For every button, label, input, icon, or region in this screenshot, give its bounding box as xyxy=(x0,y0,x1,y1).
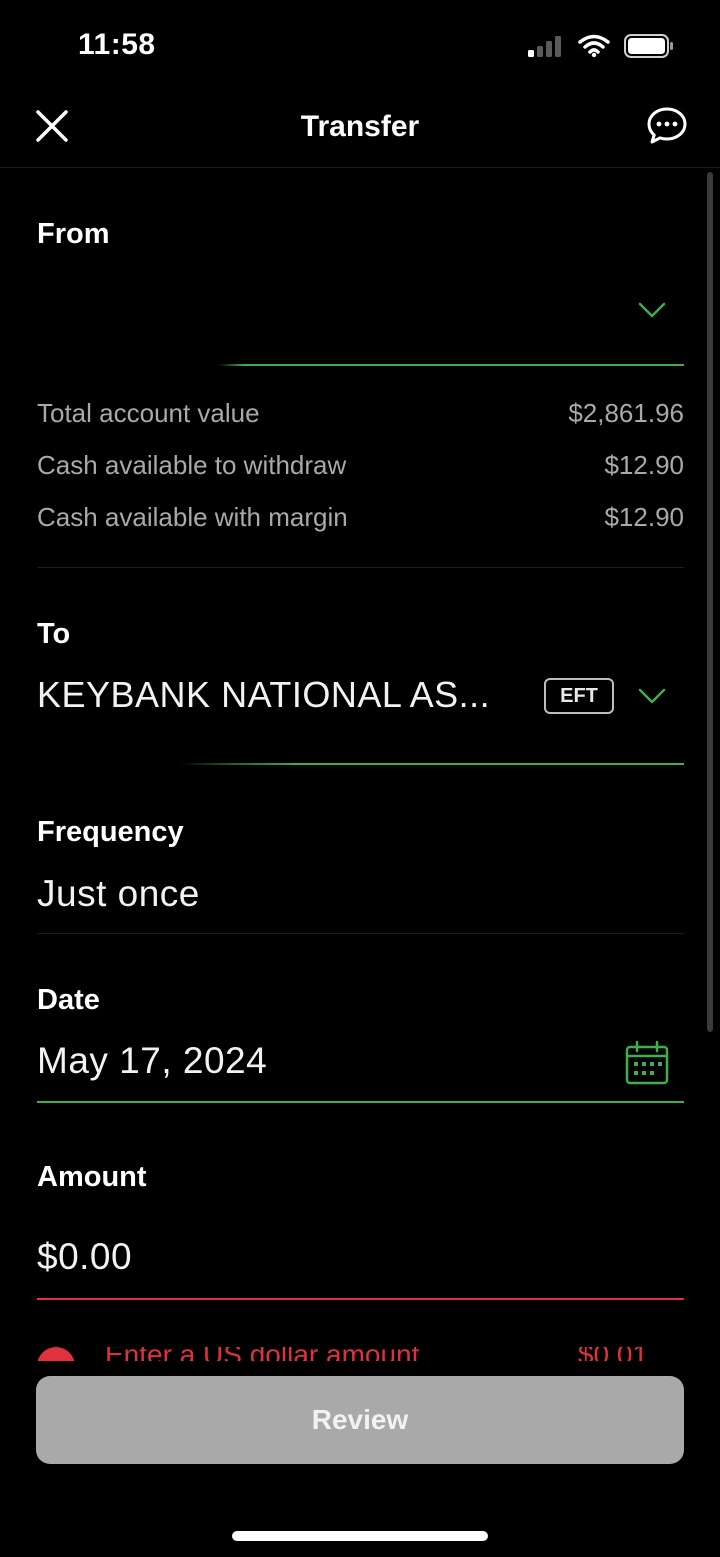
navigation-bar: Transfer xyxy=(0,90,720,168)
calendar-icon[interactable] xyxy=(624,1040,670,1086)
eft-badge: EFT xyxy=(544,678,614,714)
from-divider xyxy=(37,567,684,568)
info-row-label: Total account value xyxy=(37,398,260,428)
to-account-select[interactable]: KEYBANK NATIONAL AS... xyxy=(37,674,490,716)
info-row-label: Cash available with margin xyxy=(37,502,348,532)
review-button[interactable]: Review xyxy=(36,1376,684,1464)
date-field[interactable]: May 17, 2024 xyxy=(37,1040,267,1082)
date-label: Date xyxy=(37,984,100,1016)
home-indicator[interactable] xyxy=(232,1531,488,1541)
page-title: Transfer xyxy=(300,110,420,143)
info-row-label: Cash available to withdraw xyxy=(37,450,347,480)
to-chevron-down-icon[interactable] xyxy=(637,686,667,706)
amount-input[interactable]: $0.00 xyxy=(37,1236,132,1278)
from-chevron-down-icon[interactable] xyxy=(637,300,667,320)
scrollbar[interactable] xyxy=(707,172,713,1032)
chat-icon[interactable] xyxy=(646,106,688,146)
amount-underline xyxy=(37,1298,684,1300)
cash-available-margin-row: Cash available with margin $12.90 xyxy=(37,502,684,536)
from-account-select[interactable] xyxy=(37,278,577,326)
battery-icon xyxy=(624,34,673,58)
to-underline xyxy=(37,763,684,765)
total-account-value-row: Total account value $2,861.96 xyxy=(37,398,684,432)
error-icon xyxy=(37,1347,75,1361)
amount-label: Amount xyxy=(37,1161,147,1193)
frequency-select[interactable]: Just once xyxy=(37,873,200,915)
wifi-icon xyxy=(578,34,610,58)
status-time: 11:58 xyxy=(78,28,156,61)
cash-available-withdraw-row: Cash available to withdraw $12.90 xyxy=(37,450,684,484)
frequency-divider xyxy=(37,933,684,934)
error-amount: $0.01 xyxy=(578,1347,648,1361)
status-icons xyxy=(528,34,674,58)
cellular-signal-icon xyxy=(528,36,561,57)
info-row-value: $2,861.96 xyxy=(568,398,684,428)
date-underline xyxy=(37,1101,684,1103)
info-row-value: $12.90 xyxy=(604,502,684,532)
from-label: From xyxy=(37,218,110,250)
error-text: Enter a US dollar amount xyxy=(105,1347,419,1361)
amount-error-message: Enter a US dollar amount $0.01 xyxy=(37,1347,684,1361)
frequency-label: Frequency xyxy=(37,816,184,848)
from-underline xyxy=(37,364,684,366)
to-label: To xyxy=(37,618,71,650)
status-bar: 11:58 xyxy=(0,0,720,90)
info-row-value: $12.90 xyxy=(604,450,684,480)
